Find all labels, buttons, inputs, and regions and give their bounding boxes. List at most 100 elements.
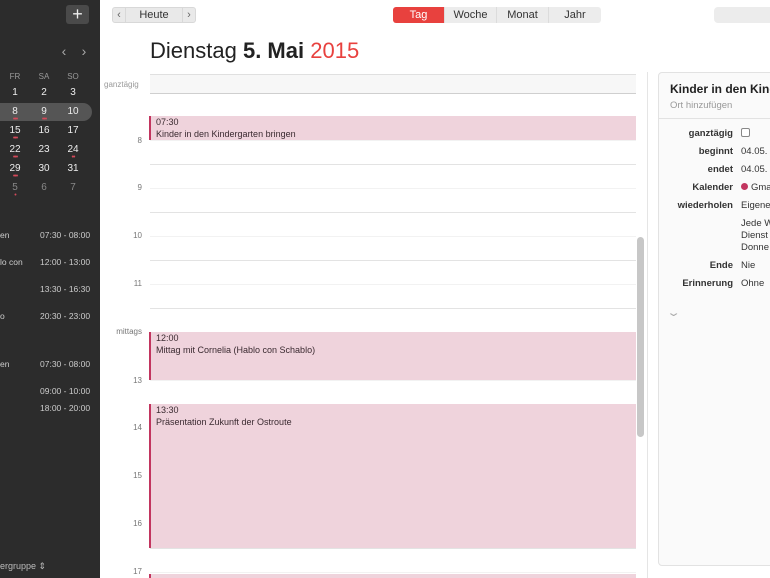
mini-calendar-day[interactable]: 23 (34, 144, 54, 155)
repeat-detail: Donne (741, 242, 769, 253)
reminder-label: Erinnerung (682, 278, 733, 289)
mini-calendar-next-button[interactable]: › (74, 43, 94, 59)
hour-label: 8 (137, 136, 142, 145)
event-dots: ••• (12, 116, 18, 123)
mini-calendar-day[interactable]: 17 (63, 125, 83, 136)
hour-line (150, 164, 636, 165)
event-time: 13:30 (156, 405, 179, 415)
event-dots: •• (71, 154, 76, 161)
ends-field[interactable]: 04.05. (741, 164, 767, 175)
scrollbar-thumb[interactable] (637, 237, 644, 437)
day-grid[interactable]: ganztägig 8 9 10 11 mittags 13 14 15 16 … (100, 72, 648, 578)
begins-label: beginnt (698, 146, 733, 157)
page-title: Dienstag 5. Mai 2015 (150, 38, 359, 64)
hour-label: 9 (137, 183, 142, 192)
hour-line (150, 308, 636, 309)
upcoming-event-time: 13:30 - 16:30 (40, 284, 91, 294)
upcoming-event-time: 20:30 - 23:00 (40, 311, 91, 321)
event-inspector: Kinder in den Kind Ort hinzufügen ganztä… (658, 72, 770, 566)
upcoming-event-time: 07:30 - 08:00 (40, 359, 91, 369)
location-field[interactable]: Ort hinzufügen (670, 100, 732, 111)
event-title-field[interactable]: Kinder in den Kind (670, 82, 770, 96)
calendar-color-icon (741, 183, 748, 190)
prev-day-button[interactable]: ‹ (112, 7, 126, 23)
chevron-down-icon[interactable]: ⌄ (666, 306, 681, 319)
mini-calendar-day[interactable]: 16 (34, 125, 54, 136)
hour-label: 17 (133, 567, 142, 576)
search-field[interactable] (714, 7, 770, 23)
hour-label: 14 (133, 423, 142, 432)
allday-area[interactable] (150, 74, 636, 94)
upcoming-event-time: 18:00 - 20:00 (40, 403, 91, 413)
repeat-label: wiederholen (677, 200, 733, 211)
calendar-event[interactable]: 07:30 Kinder in den Kindergarten bringen (149, 116, 636, 140)
repeat-selector[interactable]: Eigene (741, 200, 770, 211)
event-dots: ••• (12, 135, 18, 142)
mini-calendar-prev-button[interactable]: ‹ (54, 43, 74, 59)
half-hour-line (150, 188, 636, 189)
view-tab-week[interactable]: Woche (445, 7, 497, 23)
mini-calendar-day[interactable]: 7 (63, 182, 83, 193)
ends-label: endet (707, 164, 733, 175)
calendar-selector[interactable]: Gma (741, 182, 770, 193)
upcoming-event-time: 07:30 - 08:00 (40, 230, 91, 240)
event-dots: ••• (12, 173, 18, 180)
event-dots: ••• (41, 116, 47, 123)
weekday-header: SA (38, 72, 50, 81)
calendar-event[interactable] (149, 574, 636, 578)
calendar-name: Gma (751, 182, 770, 193)
end-selector[interactable]: Nie (741, 260, 755, 271)
sidebar: + ‹ › FR SA SO 1 2 3 8 ••• 9 ••• 10 15 ••… (0, 0, 100, 578)
view-tab-year[interactable]: Jahr (549, 7, 601, 23)
upcoming-event-name: en (0, 230, 10, 240)
grid-divider (647, 72, 648, 578)
view-tab-day[interactable]: Tag (393, 7, 445, 23)
day-month-label: 5. Mai (242, 38, 305, 63)
weekday-header: FR (9, 72, 21, 81)
mini-calendar-nav: ‹ › (54, 43, 94, 59)
event-time: 12:00 (156, 333, 179, 343)
allday-label: ganztägig (104, 80, 139, 89)
mini-calendar-day[interactable]: 3 (63, 87, 83, 98)
mini-calendar-day[interactable]: 1 (5, 87, 25, 98)
hour-label: 11 (133, 279, 142, 288)
allday-label: ganztägig (688, 128, 733, 139)
hour-label: 15 (133, 471, 142, 480)
half-hour-line (150, 140, 636, 141)
mini-calendar-day[interactable]: 30 (34, 163, 54, 174)
upcoming-event-name: lo con (0, 257, 23, 267)
calendar-event[interactable]: 13:30 Präsentation Zukunft der Ostroute (149, 404, 636, 548)
year-label: 2015 (310, 38, 360, 63)
hour-label: 10 (133, 231, 142, 240)
hour-label: mittags (116, 327, 142, 336)
half-hour-line (150, 380, 636, 381)
upcoming-event-time: 12:00 - 13:00 (40, 257, 91, 267)
half-hour-line (150, 236, 636, 237)
upcoming-event-name: en (0, 359, 10, 369)
divider (659, 118, 770, 119)
repeat-detail: Jede W (741, 218, 770, 229)
weekday-label: Dienstag (150, 38, 237, 63)
begins-field[interactable]: 04.05. (741, 146, 767, 157)
weekday-header: SO (67, 72, 79, 81)
view-tab-month[interactable]: Monat (497, 7, 549, 23)
end-label: Ende (709, 260, 733, 271)
mini-calendar-day[interactable]: 6 (34, 182, 54, 193)
calendar-group-selector[interactable]: ergruppe ⇕ (0, 561, 46, 572)
next-day-button[interactable]: › (182, 7, 196, 23)
today-button[interactable]: Heute (126, 7, 182, 23)
add-event-button[interactable]: + (66, 5, 89, 24)
event-dots: • (14, 192, 16, 199)
calendar-event[interactable]: 12:00 Mittag mit Cornelia (Hablo con Sch… (149, 332, 636, 380)
mini-calendar-day[interactable]: 31 (63, 163, 83, 174)
mini-calendar-day[interactable]: 10 (63, 106, 83, 117)
toolbar: ‹ Heute › Tag Woche Monat Jahr (100, 0, 770, 30)
mini-calendar-day[interactable]: 2 (34, 87, 54, 98)
allday-checkbox[interactable] (741, 128, 750, 140)
repeat-detail: Dienst (741, 230, 768, 241)
hour-line (150, 548, 636, 549)
upcoming-event-name: o (0, 311, 5, 321)
event-dots: ••• (12, 154, 18, 161)
reminder-selector[interactable]: Ohne (741, 278, 764, 289)
hour-line (150, 212, 636, 213)
